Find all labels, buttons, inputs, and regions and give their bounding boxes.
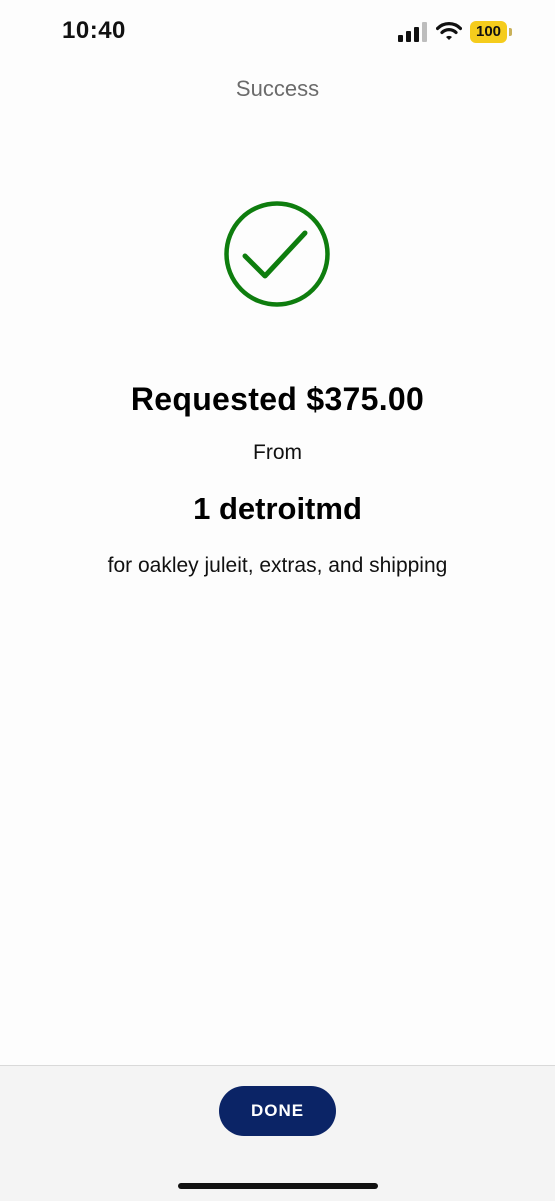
request-amount-headline: Requested $375.00 (130, 381, 425, 417)
recipient-name: 1 detroitmd (193, 491, 362, 526)
battery-level: 100 (475, 23, 502, 40)
check-circle-icon (224, 201, 330, 307)
from-label: From (253, 441, 302, 464)
signal-icon (398, 22, 427, 42)
battery-icon: 100 (470, 21, 512, 43)
request-memo: for oakley juleit, extras, and shipping (107, 554, 448, 577)
page-title: Success (235, 76, 320, 101)
status-bar: 10:40 100 (0, 0, 555, 66)
done-button[interactable]: DONE (219, 1086, 336, 1136)
wifi-icon (436, 22, 462, 40)
footer-bar: DONE (0, 1065, 555, 1201)
home-indicator[interactable] (178, 1183, 378, 1189)
status-time: 10:40 (62, 17, 126, 44)
